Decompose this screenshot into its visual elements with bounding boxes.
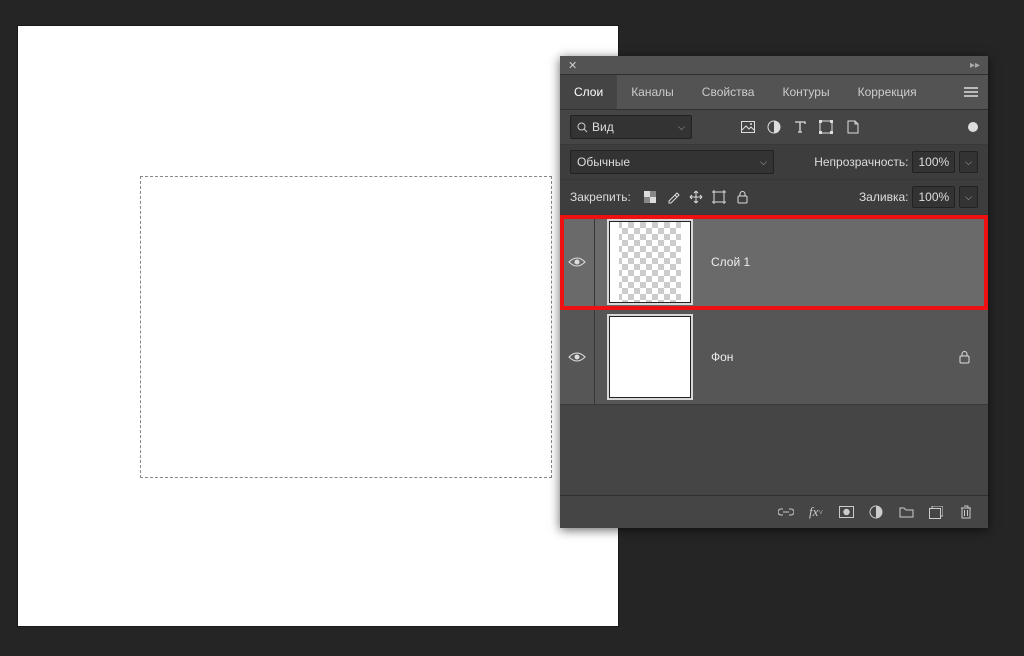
filter-shape-icon[interactable] <box>818 119 834 135</box>
layer-row[interactable]: Слой 1 <box>560 215 988 310</box>
tab-paths[interactable]: Контуры <box>768 75 843 109</box>
tab-label: Каналы <box>631 85 674 99</box>
chevron-down-icon: ⌵ <box>965 192 972 203</box>
lock-transparency-icon[interactable] <box>643 190 658 205</box>
filter-toggle[interactable] <box>968 122 978 132</box>
layer-list: Слой 1 Фон <box>560 215 988 405</box>
filter-type-label: Вид <box>592 120 614 134</box>
filter-adjustment-icon[interactable] <box>766 119 782 135</box>
link-layers-icon[interactable] <box>778 504 794 520</box>
new-layer-icon[interactable] <box>928 504 944 520</box>
layer-thumbnail[interactable] <box>607 219 693 305</box>
canvas[interactable] <box>18 26 618 626</box>
fill-input[interactable]: 100% <box>912 186 955 208</box>
eye-icon <box>568 351 586 363</box>
blend-row: Обычные ⌵ Непрозрачность: 100% ⌵ <box>560 145 988 180</box>
search-icon <box>577 122 588 133</box>
layer-visibility[interactable] <box>560 310 595 404</box>
opacity-input[interactable]: 100% <box>912 151 955 173</box>
lock-icon[interactable] <box>959 351 970 364</box>
layer-mask-icon[interactable] <box>838 504 854 520</box>
eye-icon <box>568 256 586 268</box>
tab-label: Слои <box>574 85 603 99</box>
tab-adjustments[interactable]: Коррекция <box>844 75 931 109</box>
collapse-icon[interactable]: ▸▸ <box>970 60 980 71</box>
panel-menu-button[interactable] <box>954 75 988 109</box>
tab-label: Свойства <box>702 85 755 99</box>
filter-type-icon[interactable] <box>792 119 808 135</box>
opacity-value: 100% <box>918 155 949 169</box>
filter-smartobject-icon[interactable] <box>844 119 860 135</box>
tab-channels[interactable]: Каналы <box>617 75 688 109</box>
adjustment-layer-icon[interactable] <box>868 504 884 520</box>
layer-name[interactable]: Слой 1 <box>711 255 750 269</box>
layer-visibility[interactable] <box>560 215 595 309</box>
group-icon[interactable] <box>898 504 914 520</box>
tab-properties[interactable]: Свойства <box>688 75 769 109</box>
chevron-down-icon: ⌵ <box>965 157 972 168</box>
selection-marquee <box>140 176 552 478</box>
close-icon[interactable]: ✕ <box>568 59 577 72</box>
layer-filter-type[interactable]: Вид ⌵ <box>570 115 692 139</box>
layer-name[interactable]: Фон <box>711 350 733 364</box>
panel-spacer <box>560 405 988 496</box>
filter-pixel-icon[interactable] <box>740 119 756 135</box>
tab-label: Коррекция <box>858 85 917 99</box>
blend-mode-select[interactable]: Обычные ⌵ <box>570 150 774 174</box>
lock-label: Закрепить: <box>570 190 631 204</box>
panel-titlebar: ✕ ▸▸ <box>560 56 988 75</box>
tab-label: Контуры <box>782 85 829 99</box>
lock-paint-icon[interactable] <box>666 190 681 205</box>
fill-value: 100% <box>918 190 949 204</box>
layer-effects-icon[interactable]: fx˅ <box>808 504 824 520</box>
lock-all-icon[interactable] <box>735 190 750 205</box>
filter-row: Вид ⌵ <box>560 110 988 145</box>
blend-mode-label: Обычные <box>577 155 630 169</box>
fill-dropdown[interactable]: ⌵ <box>959 186 978 208</box>
opacity-dropdown[interactable]: ⌵ <box>959 151 978 173</box>
chevron-down-icon: ⌵ <box>760 157 767 168</box>
layer-row[interactable]: Фон <box>560 310 988 405</box>
lock-artboard-icon[interactable] <box>712 190 727 205</box>
lock-position-icon[interactable] <box>689 190 704 205</box>
fill-label: Заливка: <box>859 190 909 204</box>
layer-thumbnail[interactable] <box>607 314 693 400</box>
opacity-label: Непрозрачность: <box>814 155 908 169</box>
filter-icons <box>740 119 860 135</box>
hamburger-icon <box>964 87 978 97</box>
lock-row: Закрепить: Заливка: 100% ⌵ <box>560 180 988 215</box>
delete-layer-icon[interactable] <box>958 504 974 520</box>
panel-tabs: Слои Каналы Свойства Контуры Коррекция <box>560 75 988 110</box>
layers-panel: ✕ ▸▸ Слои Каналы Свойства Контуры Коррек… <box>560 56 988 528</box>
chevron-down-icon: ⌵ <box>678 122 685 133</box>
panel-footer: fx˅ <box>560 496 988 528</box>
tab-layers[interactable]: Слои <box>560 75 617 109</box>
